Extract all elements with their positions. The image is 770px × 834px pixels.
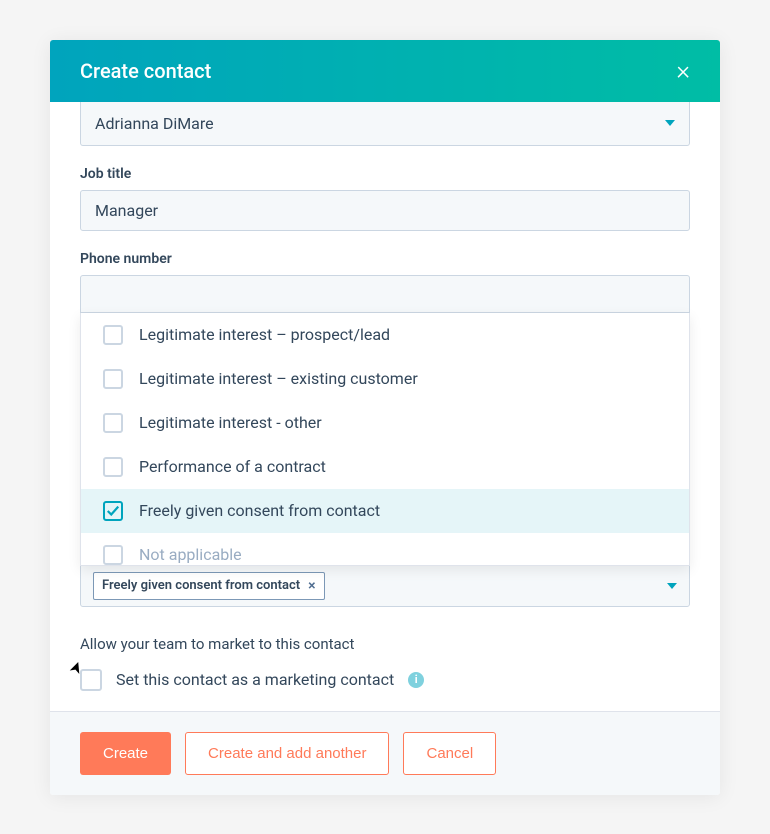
chevron-down-icon <box>665 120 675 126</box>
marketing-section-title: Allow your team to market to this contac… <box>80 635 690 653</box>
panel-body: Adrianna DiMare Job title Manager Phone … <box>50 102 720 711</box>
checkbox-checked-icon <box>103 501 123 521</box>
job-title-value: Manager <box>95 201 158 220</box>
marketing-contact-checkbox[interactable] <box>80 669 102 691</box>
option-label: Legitimate interest – prospect/lead <box>139 325 390 344</box>
job-title-input[interactable]: Manager <box>80 190 690 231</box>
create-contact-panel: Create contact × Adrianna DiMare Job tit… <box>50 40 720 795</box>
checkbox-icon <box>103 413 123 433</box>
cancel-button[interactable]: Cancel <box>403 732 496 775</box>
selected-tag: Freely given consent from contact × <box>93 572 325 600</box>
contact-owner-value: Adrianna DiMare <box>95 114 214 133</box>
option-contract-performance[interactable]: Performance of a contract <box>81 445 689 489</box>
option-freely-given-consent[interactable]: Freely given consent from contact <box>81 489 689 533</box>
tag-label: Freely given consent from contact <box>102 578 300 593</box>
panel-title: Create contact <box>80 59 211 83</box>
option-label: Performance of a contract <box>139 457 326 476</box>
option-label: Not applicable <box>139 545 242 564</box>
option-not-applicable[interactable]: Not applicable <box>81 533 689 565</box>
legal-basis-dropdown: Legitimate interest – prospect/lead Legi… <box>80 275 690 607</box>
chevron-down-icon <box>667 583 677 589</box>
checkbox-icon <box>103 325 123 345</box>
option-legitimate-prospect[interactable]: Legitimate interest – prospect/lead <box>81 313 689 357</box>
option-label: Freely given consent from contact <box>139 501 380 520</box>
tag-remove-icon[interactable]: × <box>308 578 315 594</box>
marketing-contact-label: Set this contact as a marketing contact <box>116 670 394 689</box>
close-icon[interactable]: × <box>676 58 690 84</box>
create-button[interactable]: Create <box>80 732 171 775</box>
phone-number-label: Phone number <box>80 251 690 267</box>
job-title-label: Job title <box>80 166 690 182</box>
option-legitimate-existing[interactable]: Legitimate interest – existing customer <box>81 357 689 401</box>
info-icon[interactable]: i <box>408 672 424 688</box>
create-and-add-another-button[interactable]: Create and add another <box>185 732 389 775</box>
option-label: Legitimate interest – existing customer <box>139 369 418 388</box>
checkbox-icon <box>103 369 123 389</box>
panel-header: Create contact × <box>50 40 720 102</box>
checkbox-icon <box>103 457 123 477</box>
options-list: Legitimate interest – prospect/lead Legi… <box>80 313 690 566</box>
marketing-contact-row: Set this contact as a marketing contact … <box>80 669 690 691</box>
contact-owner-select[interactable]: Adrianna DiMare <box>80 102 690 146</box>
phone-number-input[interactable] <box>80 275 690 313</box>
option-label: Legitimate interest - other <box>139 413 322 432</box>
checkbox-icon <box>103 545 123 565</box>
panel-footer: Create Create and add another Cancel <box>50 711 720 795</box>
option-legitimate-other[interactable]: Legitimate interest - other <box>81 401 689 445</box>
legal-basis-select[interactable]: Freely given consent from contact × <box>80 565 690 607</box>
